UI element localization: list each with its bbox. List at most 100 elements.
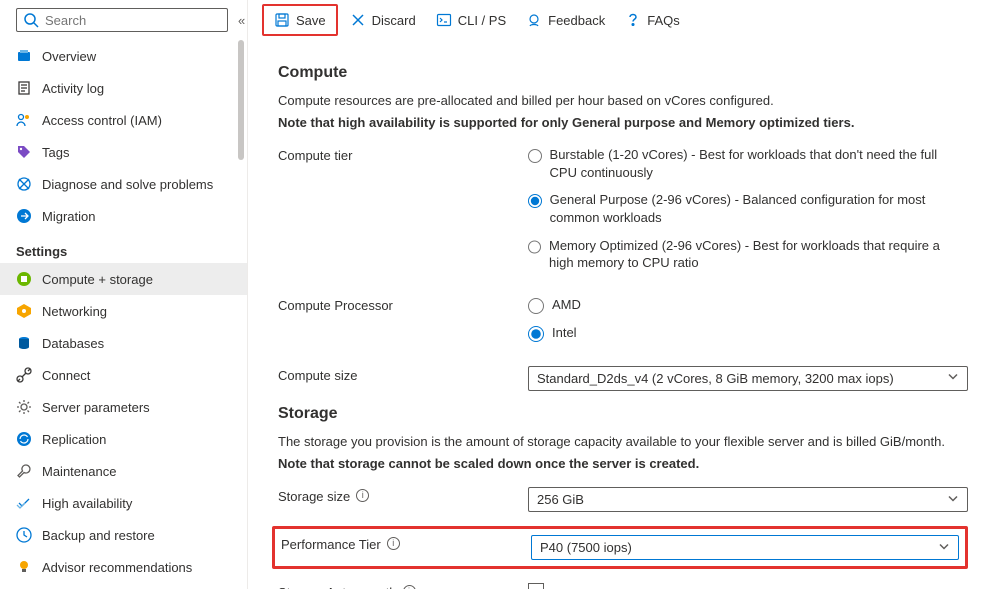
storage-autogrowth-checkbox[interactable] [528,583,544,589]
diagnose-icon [16,176,32,192]
discard-button[interactable]: Discard [342,8,424,32]
save-icon [274,12,290,28]
access-icon [16,112,32,128]
info-icon[interactable]: i [356,489,369,502]
compute-tier-option[interactable]: General Purpose (2-96 vCores) - Balanced… [528,191,968,226]
sidebar-item-label: Backup and restore [42,528,155,543]
sidebar-item-backup-and-restore[interactable]: Backup and restore [0,519,247,551]
sidebar-item-networking[interactable]: Networking [0,295,247,327]
ha-icon [16,495,32,511]
sidebar: « OverviewActivity logAccess control (IA… [0,0,248,589]
databases-icon [16,335,32,351]
sidebar-item-label: Overview [42,49,96,64]
compute-size-label: Compute size [278,368,357,383]
sidebar-item-maintenance[interactable]: Maintenance [0,455,247,487]
compute-tier-radio[interactable] [528,193,542,209]
sidebar-item-replication[interactable]: Replication [0,423,247,455]
connect-icon [16,367,32,383]
compute-desc-2: Note that high availability is supported… [278,115,854,130]
save-button[interactable]: Save [266,8,334,32]
compute-tier-radio[interactable] [528,148,542,164]
compute-size-value: Standard_D2ds_v4 (2 vCores, 8 GiB memory… [537,371,894,386]
backup-icon [16,527,32,543]
toolbar: Save Discard CLI / PS Feedback FAQs [248,0,998,40]
info-icon[interactable]: i [387,537,400,550]
performance-tier-label: Performance Tier [281,537,381,552]
feedback-button[interactable]: Feedback [518,8,613,32]
sidebar-item-high-availability[interactable]: High availability [0,487,247,519]
sidebar-item-databases[interactable]: Databases [0,327,247,359]
compute-desc-1: Compute resources are pre-allocated and … [278,92,968,110]
sidebar-item-connect[interactable]: Connect [0,359,247,391]
sidebar-item-access-control-iam[interactable]: Access control (IAM) [0,104,247,136]
activity-icon [16,80,32,96]
storage-size-value: 256 GiB [537,492,584,507]
info-icon[interactable]: i [403,585,416,589]
search-box[interactable] [16,8,228,32]
save-highlight: Save [262,4,338,36]
compute-tier-options: Burstable (1-20 vCores) - Best for workl… [528,146,968,281]
sidebar-item-tags[interactable]: Tags [0,136,247,168]
sidebar-item-diagnose-and-solve-problems[interactable]: Diagnose and solve problems [0,168,247,200]
settings-section-header: Settings [0,232,247,263]
chevron-down-icon [938,540,950,555]
sidebar-item-label: Access control (IAM) [42,113,162,128]
sidebar-item-activity-log[interactable]: Activity log [0,72,247,104]
sidebar-item-label: Replication [42,432,106,447]
chevron-down-icon [947,371,959,386]
advisor-icon [16,559,32,575]
sidebar-item-label: Migration [42,209,95,224]
storage-desc-1: The storage you provision is the amount … [278,433,968,451]
search-icon [23,12,39,28]
sidebar-item-overview[interactable]: Overview [0,40,247,72]
performance-tier-select[interactable]: P40 (7500 iops) [531,535,959,560]
replication-icon [16,431,32,447]
compute-processor-radio[interactable] [528,298,544,314]
sidebar-item-label: Advisor recommendations [42,560,192,575]
compute-processor-label: Compute Processor [278,298,393,313]
save-label: Save [296,13,326,28]
main-panel: Save Discard CLI / PS Feedback FAQs [248,0,998,589]
compute-tier-option[interactable]: Memory Optimized (2-96 vCores) - Best fo… [528,237,968,272]
compute-processor-option[interactable]: Intel [528,324,968,342]
compute-tier-label: Compute tier [278,148,352,163]
sidebar-item-label: Compute + storage [42,272,153,287]
compute-tier-radio-label: General Purpose (2-96 vCores) - Balanced… [550,191,968,226]
storage-size-label: Storage size [278,489,350,504]
compute-size-select[interactable]: Standard_D2ds_v4 (2 vCores, 8 GiB memory… [528,366,968,391]
sidebar-item-compute-storage[interactable]: Compute + storage [0,263,247,295]
compute-processor-option[interactable]: AMD [528,296,968,314]
sidebar-item-advisor-recommendations[interactable]: Advisor recommendations [0,551,247,583]
compute-tier-option[interactable]: Burstable (1-20 vCores) - Best for workl… [528,146,968,181]
discard-icon [350,12,366,28]
networking-icon [16,303,32,319]
cli-button[interactable]: CLI / PS [428,8,514,32]
compute-tier-radio-label: Memory Optimized (2-96 vCores) - Best fo… [549,237,968,272]
tags-icon [16,144,32,160]
faqs-button[interactable]: FAQs [617,8,688,32]
cli-icon [436,12,452,28]
sidebar-item-server-parameters[interactable]: Server parameters [0,391,247,423]
sidebar-item-label: Tags [42,145,69,160]
sidebar-scrollbar[interactable] [235,0,247,589]
params-icon [16,399,32,415]
storage-size-select[interactable]: 256 GiB [528,487,968,512]
compute-processor-radio-label: AMD [552,296,581,314]
cli-label: CLI / PS [458,13,506,28]
compute-tier-radio[interactable] [528,239,541,255]
performance-tier-value: P40 (7500 iops) [540,540,632,555]
sidebar-item-label: High availability [42,496,132,511]
compute-icon [16,271,32,287]
feedback-icon [526,12,542,28]
compute-processor-radio[interactable] [528,326,544,342]
compute-processor-options: AMD Intel [528,296,968,352]
performance-tier-highlight: Performance Tier i P40 (7500 iops) [272,526,968,569]
compute-processor-radio-label: Intel [552,324,577,342]
storage-autogrowth-label: Storage Auto-growth [278,585,397,589]
sidebar-item-label: Databases [42,336,104,351]
search-input[interactable] [45,13,221,28]
faqs-icon [625,12,641,28]
sidebar-item-migration[interactable]: Migration [0,200,247,232]
discard-label: Discard [372,13,416,28]
sidebar-item-label: Networking [42,304,107,319]
